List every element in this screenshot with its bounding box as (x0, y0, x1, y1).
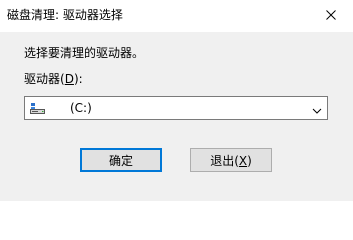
dialog-body: 选择要清理的驱动器。 驱动器(D): (C:) 确定 退出(X) (0, 32, 353, 201)
window-title: 磁盘清理: 驱动器选择 (7, 8, 123, 22)
disk-cleanup-dialog: 磁盘清理: 驱动器选择 选择要清理的驱动器。 驱动器(D): (C:) 确定 退… (0, 0, 353, 201)
title-bar[interactable]: 磁盘清理: 驱动器选择 (0, 0, 353, 32)
drive-label: 驱动器(D): (24, 72, 83, 86)
drive-label-mnemonic: D (64, 72, 74, 86)
exit-label-suffix: ) (247, 153, 252, 168)
drive-icon (30, 102, 46, 114)
exit-label-mnemonic: X (238, 153, 248, 168)
drive-label-prefix: 驱动器( (24, 72, 65, 86)
close-icon (326, 10, 336, 20)
ok-button[interactable]: 确定 (80, 148, 162, 172)
instruction-text: 选择要清理的驱动器。 (24, 46, 145, 60)
ok-button-label: 确定 (108, 153, 133, 168)
chevron-down-icon[interactable] (312, 104, 322, 114)
selected-drive-value: (C:) (70, 101, 92, 115)
close-button[interactable] (309, 0, 353, 30)
exit-label-prefix: 退出( (210, 153, 239, 168)
drive-select[interactable]: (C:) (24, 96, 328, 120)
exit-button-label: 退出(X) (210, 152, 252, 169)
drive-label-suffix: ): (73, 72, 83, 86)
exit-button[interactable]: 退出(X) (190, 148, 272, 172)
